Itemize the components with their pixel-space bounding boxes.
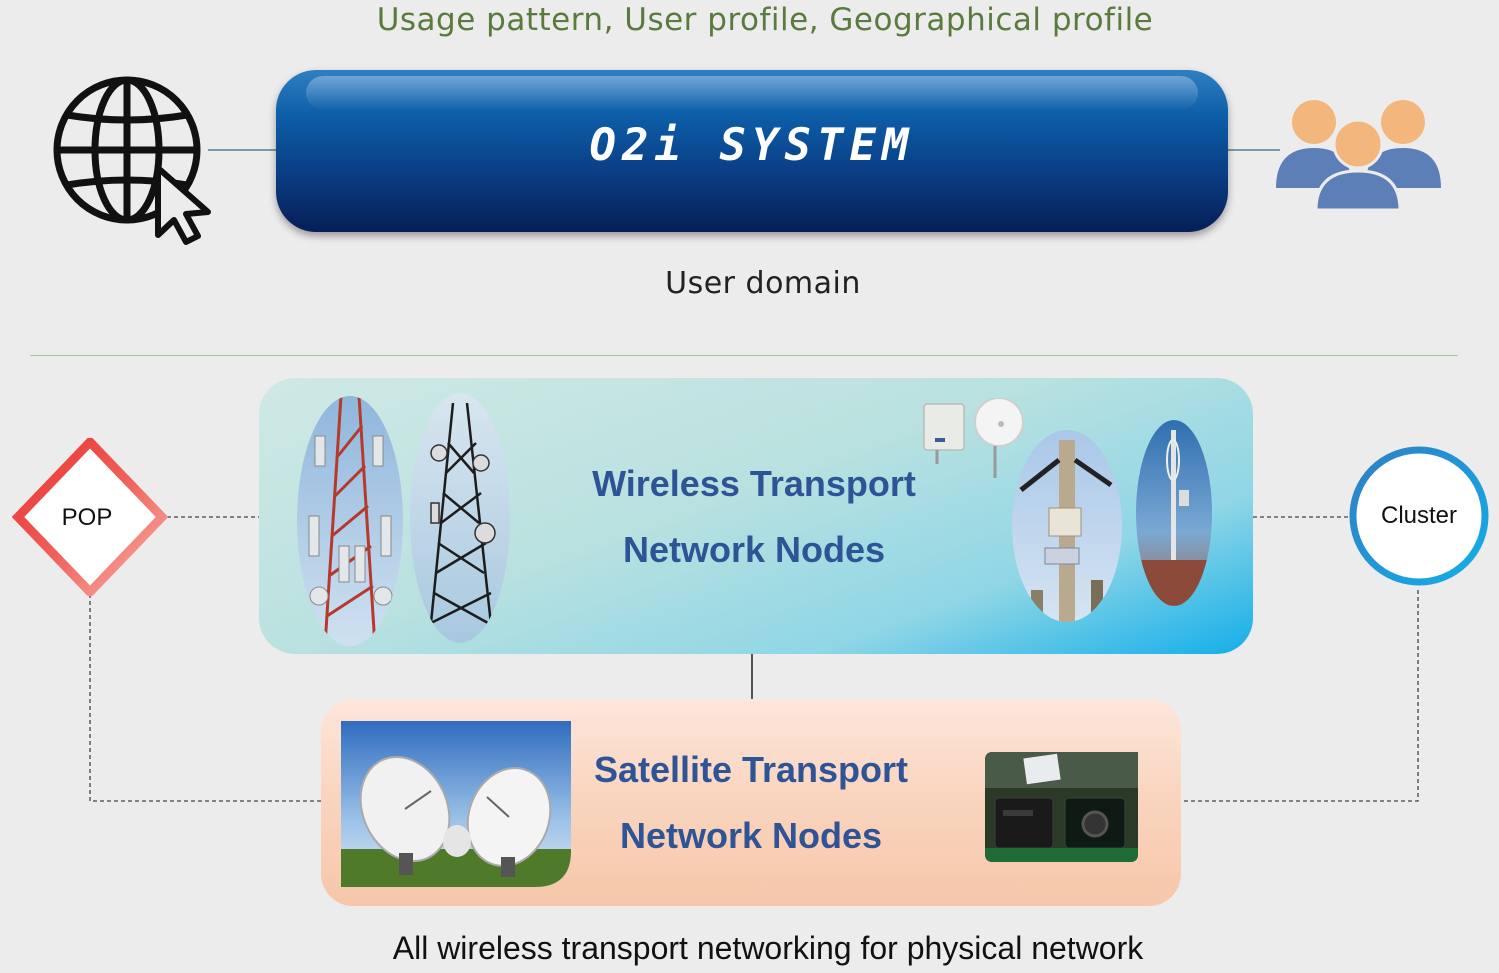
usage-caption: Usage pattern, User profile, Geographica… [376,2,1154,38]
wireless-nodes-box: Wireless Transport Network Nodes [259,378,1253,654]
o2i-system-bar: O2i SYSTEM [276,70,1228,232]
wireless-title: Wireless Transport Network Nodes [549,451,959,583]
lattice-tower-photo-icon [409,393,511,643]
pole-radio-photo-icon [1011,430,1123,622]
wind-pole-photo-icon [1135,420,1213,606]
tower-photo-icon [295,396,405,646]
satellite-dish-photo-icon [341,721,571,887]
pop-node: POP [12,438,168,596]
satellite-title: Satellite Transport Network Nodes [561,737,941,869]
cluster-node: Cluster [1347,442,1497,592]
satellite-title-line1: Satellite Transport [593,749,909,790]
pop-label: POP [61,504,113,531]
wireless-title-line2: Network Nodes [622,529,886,570]
users-group-icon [1276,96,1441,211]
domain-divider [30,355,1458,356]
satellite-terminal-photo-icon [985,752,1138,862]
satellite-nodes-box: Satellite Transport Network Nodes [321,699,1181,906]
wireless-title-line1: Wireless Transport [592,463,916,504]
globe-cursor-icon [50,70,220,245]
user-domain-label: User domain [665,266,861,301]
footer-caption: All wireless transport networking for ph… [392,930,1144,966]
satellite-title-line2: Network Nodes [619,815,883,856]
system-title: O2i SYSTEM [589,120,915,171]
cluster-label: Cluster [1380,502,1458,529]
